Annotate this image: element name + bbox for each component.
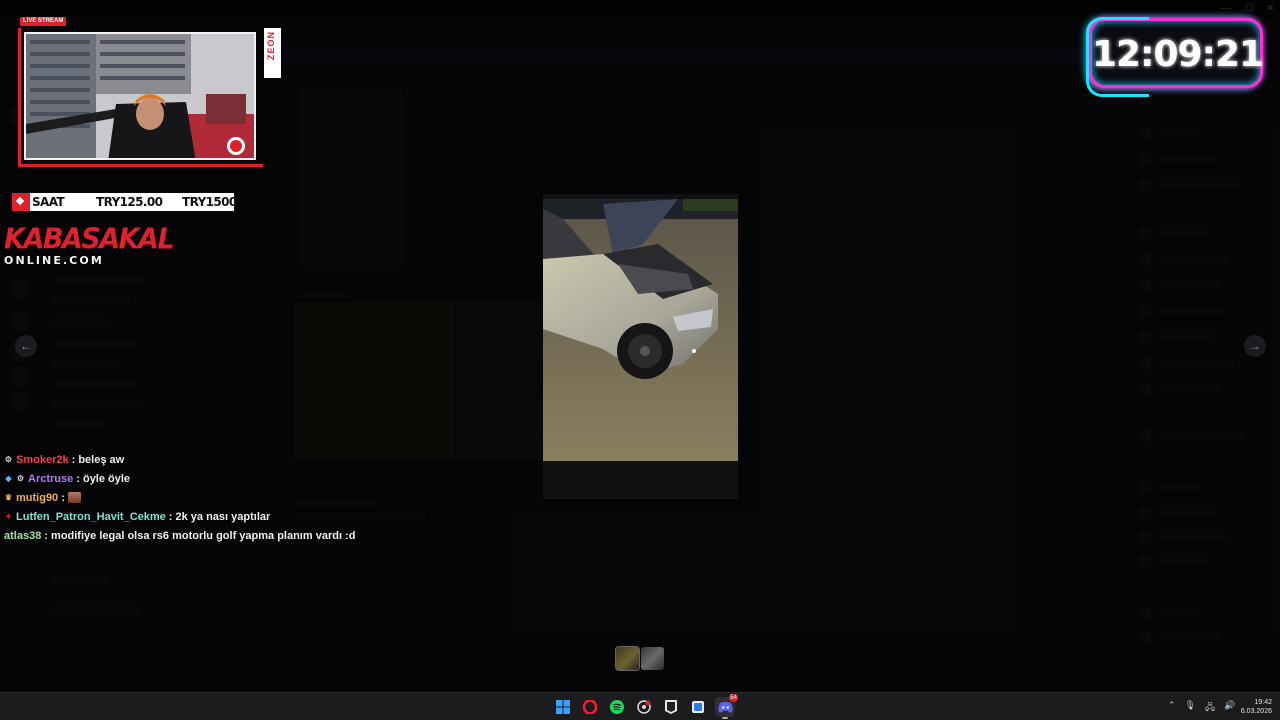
obs-icon <box>637 700 651 714</box>
discord-button[interactable]: 54 <box>715 694 738 719</box>
microphone-icon[interactable]: 🎙 <box>1185 700 1196 716</box>
webcam-feed <box>24 32 256 160</box>
chat-username[interactable]: atlas38 <box>4 530 41 542</box>
chat-message: ✦ Lutfen_Patron_Havit_Cekme: 2k ya nası y… <box>4 507 424 526</box>
chat-text: : modifiye legal olsa rs6 motorlu golf y… <box>44 529 356 542</box>
car-photo[interactable] <box>543 199 738 461</box>
sponsor-strip: ZEON <box>264 28 281 78</box>
chat-username[interactable]: Arctruse <box>28 473 73 485</box>
previous-image-button[interactable]: ← <box>15 335 37 357</box>
start-button[interactable] <box>553 697 573 717</box>
chat-text: : beleş aw <box>71 453 125 466</box>
stream-chat: ⚙ Smoker2k: beleş aw ◆ ⚙ Arctruse: öyle öyle… <box>4 450 424 545</box>
thumbnail[interactable] <box>641 647 664 670</box>
clock-time: 12:09:21 <box>1092 34 1264 75</box>
screen: — ☐ ✕ <box>0 0 1280 720</box>
stream-clock: 12:09:21 <box>1086 17 1264 97</box>
chat-message: atlas38: modifiye legal olsa rs6 motorlu… <box>4 526 424 545</box>
sponsor-text: ZEON <box>266 31 276 61</box>
settings-icon: ⚙ <box>4 455 13 464</box>
car-photo-illustration <box>543 199 738 461</box>
taskbar-clock[interactable]: 19:42 6.03.2026 <box>1236 698 1272 716</box>
opera-button[interactable] <box>580 697 600 717</box>
opera-icon <box>583 700 597 714</box>
crown-badge-icon: ♛ <box>4 493 13 502</box>
chat-emote-icon <box>67 492 81 503</box>
price-bar: SAAT TRY125.00 TRY1500 <box>12 193 237 211</box>
thumbnail-selected[interactable] <box>615 646 640 671</box>
flame-badge-icon: ✦ <box>5 512 12 521</box>
kabasakal-logo-sub: ONLINE.COM <box>4 254 104 267</box>
chat-username[interactable]: mutig90 <box>16 492 58 504</box>
chat-username[interactable]: Lutfen_Patron_Havit_Cekme <box>16 511 166 523</box>
epic-games-button[interactable] <box>661 697 681 717</box>
spotify-icon <box>610 700 624 714</box>
file-app-button[interactable] <box>688 697 708 717</box>
price-value-1: TRY125.00 <box>96 195 163 209</box>
cube-badge-icon: ◆ <box>5 474 12 483</box>
chat-text: : 2k ya nası yaptılar <box>168 510 271 523</box>
price-label: SAAT <box>32 195 65 209</box>
taskbar-time: 19:42 <box>1254 699 1272 706</box>
chat-message: ♛ mutig90: <box>4 488 424 507</box>
chat-text: : <box>61 491 65 504</box>
price-value-2: TRY1500 <box>182 195 237 209</box>
system-tray: ⌃ 🎙 🖧 🔊 <box>1168 700 1235 716</box>
app-window-icon <box>692 701 704 713</box>
chat-username[interactable]: Smoker2k <box>16 454 69 466</box>
windows-taskbar: 54 ⌃ 🎙 🖧 🔊 19:42 6.03.2026 <box>0 692 1280 720</box>
chat-text: : öyle öyle <box>76 472 131 485</box>
price-tag-icon <box>12 193 30 211</box>
chat-message: ◆ ⚙ Arctruse: öyle öyle <box>4 469 424 488</box>
spotify-button[interactable] <box>607 697 627 717</box>
next-image-button[interactable]: → <box>1244 335 1266 357</box>
chevron-up-icon[interactable]: ⌃ <box>1168 700 1176 716</box>
speaker-icon[interactable]: 🔊 <box>1224 700 1235 716</box>
settings-icon: ⚙ <box>16 474 25 483</box>
taskbar-date: 6.03.2026 <box>1240 708 1272 715</box>
discord-icon <box>717 701 733 713</box>
kabasakal-logo: KABASAKAL <box>4 223 175 256</box>
image-thumbnails <box>615 646 664 671</box>
webcam-illustration <box>26 34 254 158</box>
running-indicator <box>722 717 728 719</box>
discord-notification-badge: 54 <box>729 694 738 702</box>
epic-games-icon <box>665 700 677 714</box>
chat-message: ⚙ Smoker2k: beleş aw <box>4 450 424 469</box>
obs-button[interactable] <box>634 697 654 717</box>
taskbar-apps: 54 <box>553 694 738 719</box>
network-icon[interactable]: 🖧 <box>1205 700 1215 716</box>
windows-icon <box>556 700 570 714</box>
live-badge: LIVE STREAM <box>20 17 67 26</box>
